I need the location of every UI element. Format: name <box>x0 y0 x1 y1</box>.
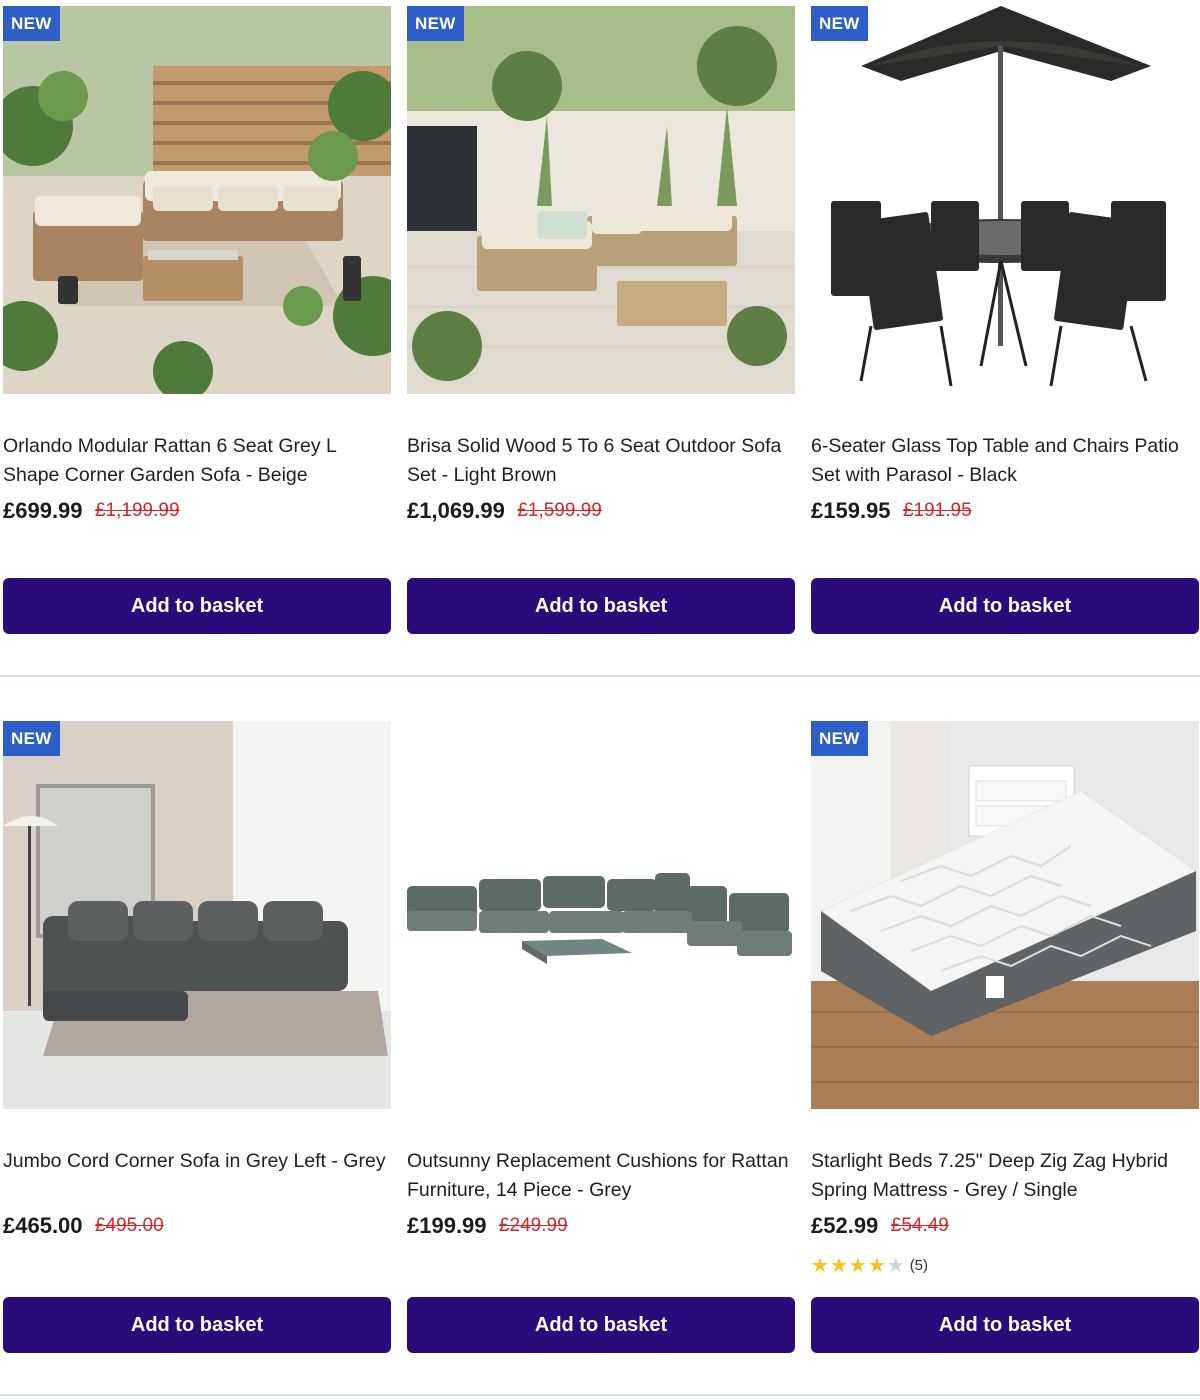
price-block: £159.95 £191.95 <box>811 498 972 530</box>
product-image[interactable] <box>407 6 795 394</box>
product-image[interactable] <box>3 721 391 1109</box>
rating-stars: ★★★★★ <box>811 1255 906 1277</box>
wooden-sofa-image <box>407 6 795 394</box>
new-badge: NEW <box>3 6 60 41</box>
product-row: NEW Orlando Modular Rattan 6 Seat Grey L… <box>0 0 1200 680</box>
price-block: £52.99 £54.49 <box>811 1213 949 1245</box>
was-price: £191.95 <box>902 500 972 521</box>
new-badge: NEW <box>811 721 868 756</box>
was-price: £54.49 <box>890 1215 949 1236</box>
product-card[interactable]: NEW Jumbo Cord Corner Sofa in Grey Left … <box>3 715 391 1355</box>
product-row: NEW Jumbo Cord Corner Sofa in Grey Left … <box>0 715 1200 1395</box>
product-card[interactable]: NEW 6-Seater Glass Top Table and Chairs … <box>811 0 1199 640</box>
current-price: £159.95 <box>811 498 891 523</box>
add-to-basket-button[interactable]: Add to basket <box>407 1297 795 1353</box>
product-image[interactable] <box>407 721 795 1109</box>
product-card[interactable]: NEW Starlight Beds 7.25" Deep Zig Zag Hy… <box>811 715 1199 1355</box>
add-to-basket-button[interactable]: Add to basket <box>407 578 795 634</box>
new-badge: NEW <box>811 6 868 41</box>
row-divider <box>0 675 1200 677</box>
product-title[interactable]: Outsunny Replacement Cushions for Rattan… <box>407 1147 795 1205</box>
price-block: £1,069.99 £1,599.99 <box>407 498 602 530</box>
star-icon: ★ <box>886 1255 905 1277</box>
was-price: £495.00 <box>94 1215 164 1236</box>
was-price: £249.99 <box>498 1215 568 1236</box>
add-to-basket-button[interactable]: Add to basket <box>3 1297 391 1353</box>
patio-set-image <box>811 6 1199 394</box>
new-badge: NEW <box>407 6 464 41</box>
current-price: £465.00 <box>3 1213 83 1238</box>
was-price: £1,199.99 <box>94 500 180 521</box>
add-to-basket-button[interactable]: Add to basket <box>811 578 1199 634</box>
product-title[interactable]: Jumbo Cord Corner Sofa in Grey Left - Gr… <box>3 1147 391 1176</box>
current-price: £199.99 <box>407 1213 487 1238</box>
current-price: £1,069.99 <box>407 498 505 523</box>
rattan-sofa-image <box>3 6 391 394</box>
mattress-image <box>811 721 1199 1109</box>
star-icon: ★ <box>848 1255 867 1277</box>
product-image[interactable] <box>811 721 1199 1109</box>
price-block: £465.00 £495.00 <box>3 1213 164 1245</box>
corner-sofa-image <box>3 721 391 1109</box>
product-title[interactable]: Starlight Beds 7.25" Deep Zig Zag Hybrid… <box>811 1147 1199 1205</box>
price-block: £699.99 £1,199.99 <box>3 498 180 530</box>
add-to-basket-button[interactable]: Add to basket <box>811 1297 1199 1353</box>
product-title[interactable]: Brisa Solid Wood 5 To 6 Seat Outdoor Sof… <box>407 432 795 490</box>
product-card[interactable]: Outsunny Replacement Cushions for Rattan… <box>407 715 795 1355</box>
new-badge: NEW <box>3 721 60 756</box>
add-to-basket-button[interactable]: Add to basket <box>3 578 391 634</box>
was-price: £1,599.99 <box>517 500 602 521</box>
product-title[interactable]: Orlando Modular Rattan 6 Seat Grey L Sha… <box>3 432 391 490</box>
row-divider <box>0 1394 1200 1396</box>
current-price: £699.99 <box>3 498 83 523</box>
star-rating[interactable]: ★★★★★ (5) <box>811 1255 928 1277</box>
product-card[interactable]: NEW Orlando Modular Rattan 6 Seat Grey L… <box>3 0 391 640</box>
star-icon: ★ <box>867 1255 886 1277</box>
cushions-image <box>407 721 795 1109</box>
review-count: (5) <box>909 1257 929 1274</box>
star-icon: ★ <box>829 1255 848 1277</box>
price-block: £199.99 £249.99 <box>407 1213 568 1245</box>
product-title[interactable]: 6-Seater Glass Top Table and Chairs Pati… <box>811 432 1199 490</box>
product-image[interactable] <box>3 6 391 394</box>
product-card[interactable]: NEW Brisa Solid Wood 5 To 6 Seat Outdoor… <box>407 0 795 640</box>
product-image[interactable] <box>811 6 1199 394</box>
current-price: £52.99 <box>811 1213 879 1238</box>
star-icon: ★ <box>811 1255 829 1277</box>
